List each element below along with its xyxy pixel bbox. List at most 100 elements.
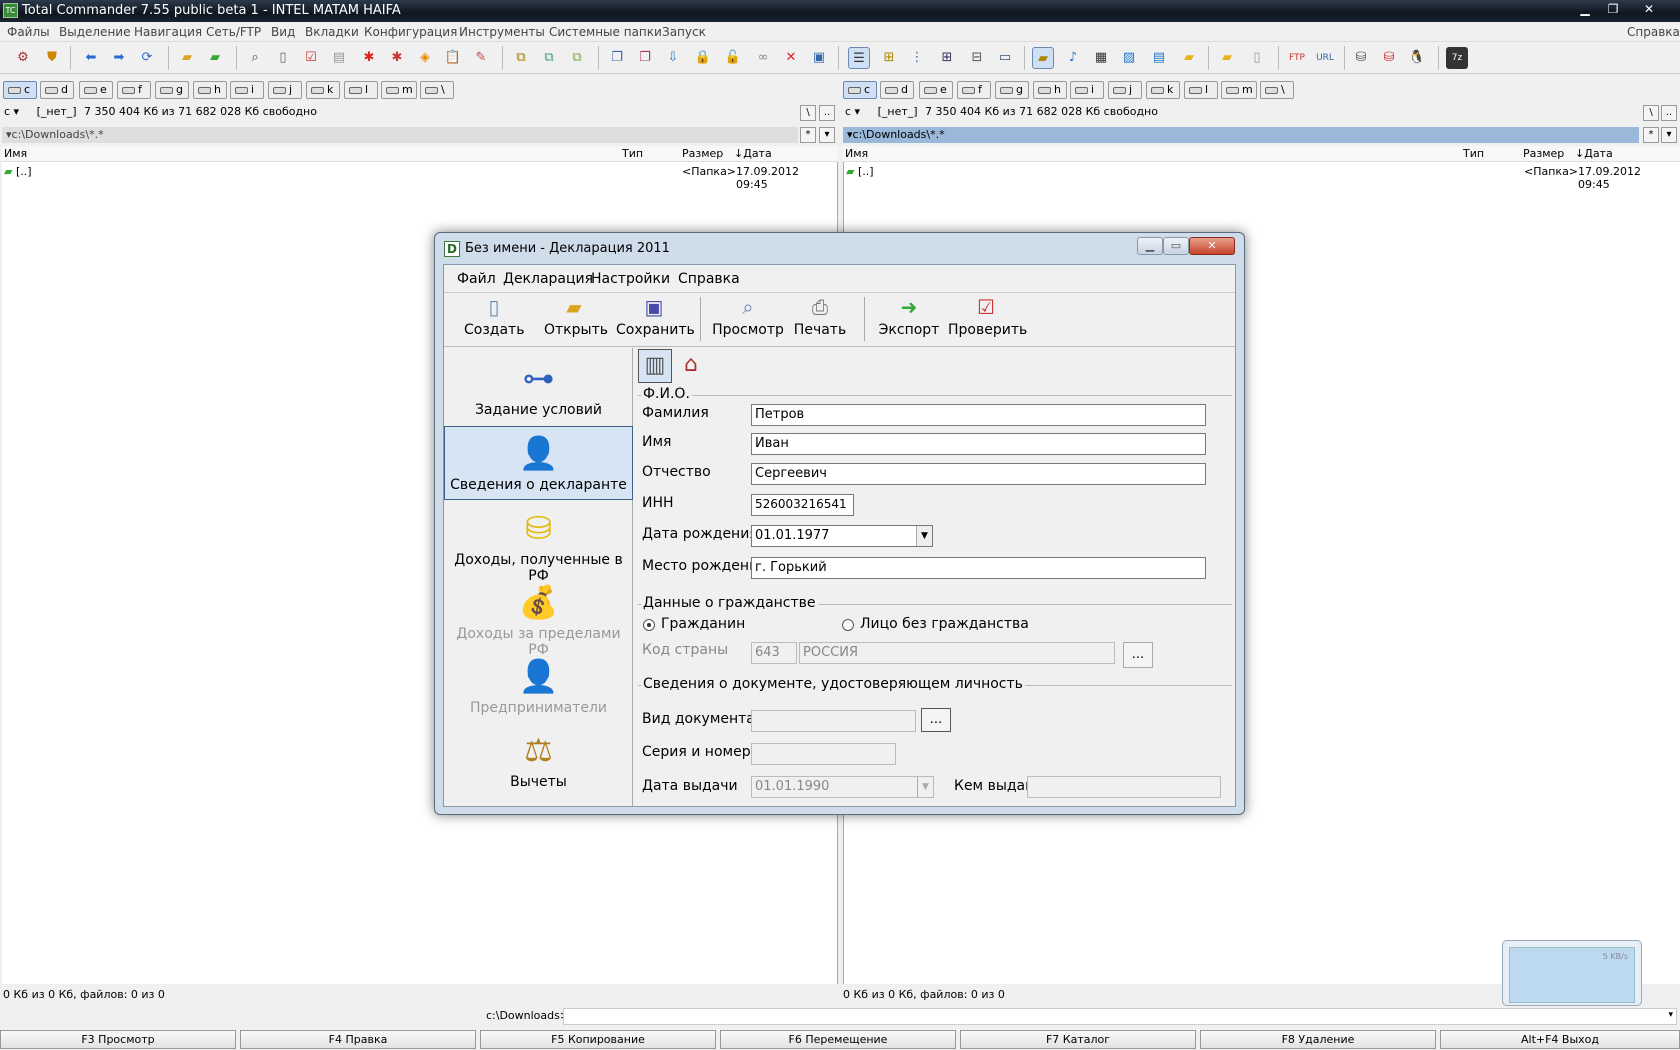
drive-h-right[interactable]: h [1033, 81, 1067, 99]
preview-button[interactable]: ⌕ Просмотр [712, 295, 784, 345]
citizen-label[interactable]: Гражданин [661, 616, 745, 632]
left-root-button[interactable]: \ [800, 105, 816, 121]
folder-open-icon[interactable]: ▰ [1216, 47, 1238, 69]
maximize-icon[interactable]: ❐ [1600, 0, 1626, 18]
folder-up-icon[interactable]: ▰ [204, 47, 226, 69]
network-icon[interactable]: ⧉ [510, 47, 532, 69]
inn-field[interactable]: 526003216541 [751, 494, 854, 516]
altf4-exit-button[interactable]: Alt+F4 Выход [1440, 1030, 1680, 1049]
drive-e-right[interactable]: e [919, 81, 953, 99]
stateless-label[interactable]: Лицо без гражданства [860, 616, 1029, 632]
menu-tools[interactable]: Инструменты [459, 25, 545, 39]
asterisk-icon[interactable]: ✱ [358, 47, 380, 69]
drive-m-right[interactable]: m [1221, 81, 1257, 99]
pob-field[interactable]: г. Горький [751, 557, 1206, 579]
nav-conditions[interactable]: ⊶ Задание условий [444, 352, 633, 426]
bookmark-icon[interactable]: ▰ [1032, 47, 1054, 69]
minimize-icon[interactable]: ▁ [1572, 0, 1598, 18]
command-input[interactable]: ▾ [563, 1008, 1677, 1025]
menu-files[interactable]: Файлы [7, 25, 50, 39]
film-icon[interactable]: ▦ [1090, 47, 1112, 69]
menu-view[interactable]: Вид [271, 25, 295, 39]
chevron-down-icon[interactable]: ▾ [1668, 1010, 1673, 1020]
server2-icon[interactable]: ⛁ [1378, 47, 1400, 69]
menu-config[interactable]: Конфигурация [364, 25, 457, 39]
drive-m-left[interactable]: m [381, 81, 417, 99]
linux-icon[interactable]: 🐧 [1406, 47, 1428, 69]
drive-i-right[interactable]: i [1070, 81, 1104, 99]
checklist-icon[interactable]: ☑ [300, 47, 322, 69]
drive-k-right[interactable]: k [1146, 81, 1180, 99]
image-icon[interactable]: ◈ [414, 47, 436, 69]
right-history-button[interactable]: * [1643, 127, 1659, 143]
drive-d-right[interactable]: d [880, 81, 914, 99]
download-icon[interactable]: ⇩ [662, 47, 684, 69]
drive-i-left[interactable]: i [230, 81, 264, 99]
drive-net-right[interactable]: \ [1260, 81, 1294, 99]
tree-view-icon[interactable]: ⊞ [878, 47, 900, 69]
dmenu-settings[interactable]: Настройки [591, 271, 670, 287]
f3-view-button[interactable]: F3 Просмотр [0, 1030, 236, 1049]
menu-select[interactable]: Выделение [59, 25, 130, 39]
create-button[interactable]: ▯ Создать [464, 295, 524, 345]
brief-view-icon[interactable]: ☰ [848, 47, 870, 69]
folder-icon[interactable]: ▰ [176, 47, 198, 69]
doc-type-browse-button[interactable]: ... [921, 708, 951, 732]
name-field[interactable]: Иван [751, 433, 1206, 455]
radio-citizen[interactable] [643, 619, 655, 631]
picture-icon[interactable]: ▨ [1118, 47, 1140, 69]
left-hotlist-button[interactable]: ▾ [819, 127, 835, 143]
patronymic-field[interactable]: Сергеевич [751, 463, 1206, 485]
network-monitor-widget[interactable]: 5 KB/s [1502, 940, 1642, 1006]
col-name[interactable]: Имя [845, 147, 868, 160]
menu-tabs[interactable]: Вкладки [305, 25, 359, 39]
right-drive-combo[interactable]: c ▾ [845, 105, 860, 118]
ftp-icon[interactable]: FTP [1286, 47, 1308, 69]
table-row[interactable]: ▰ [..] <Папка> 17.09.2012 09:45 [4, 165, 834, 191]
compare-icon[interactable]: ⊟ [966, 47, 988, 69]
forward-icon[interactable]: ➡ [108, 47, 130, 69]
menu-navigation[interactable]: Навигация [134, 25, 202, 39]
col-date[interactable]: ↓Дата [734, 147, 772, 160]
ext-icon[interactable]: ✱ [386, 47, 408, 69]
menu-sysfolders[interactable]: Системные папки [549, 25, 662, 39]
drive-j-left[interactable]: j [268, 81, 302, 99]
dialog-close-icon[interactable]: ✕ [1189, 237, 1235, 255]
col-type[interactable]: Тип [622, 147, 643, 160]
radio-stateless[interactable] [842, 619, 854, 631]
right-root-button[interactable]: \ [1643, 105, 1659, 121]
dialog-maximize-icon[interactable]: ▭ [1163, 237, 1189, 255]
surname-field[interactable]: Петров [751, 404, 1206, 426]
link-icon[interactable]: ∞ [752, 47, 774, 69]
left-drive-combo[interactable]: c ▾ [4, 105, 19, 118]
folder-yellow-icon[interactable]: ▰ [1178, 47, 1200, 69]
col-size[interactable]: Размер [682, 147, 723, 160]
export-button[interactable]: ➜ Экспорт [878, 295, 940, 345]
right-hotlist-button[interactable]: ▾ [1661, 127, 1677, 143]
check-button[interactable]: ☑ Проверить [948, 295, 1027, 345]
f4-edit-button[interactable]: F4 Правка [240, 1030, 476, 1049]
nav-deductions[interactable]: ⚖ Вычеты [444, 724, 633, 798]
dialog-minimize-icon[interactable]: ▁ [1137, 237, 1163, 255]
house-icon[interactable]: ⌂ [674, 349, 708, 383]
window-icon[interactable]: ▭ [994, 47, 1016, 69]
back-icon[interactable]: ⬅ [80, 47, 102, 69]
menu-net[interactable]: Сеть/FTP [206, 25, 261, 39]
file-icon[interactable]: ▯ [272, 47, 294, 69]
drive-g-right[interactable]: g [995, 81, 1029, 99]
save-button[interactable]: ▣ Сохранить [616, 295, 695, 345]
url-icon[interactable]: URL [1314, 47, 1336, 69]
chevron-down-icon[interactable]: ▼ [917, 777, 933, 797]
left-path[interactable]: ▾c:\Downloads\*.* [2, 127, 798, 143]
col-size[interactable]: Размер [1523, 147, 1564, 160]
open-button[interactable]: ▰ Открыть [544, 295, 608, 345]
col-date[interactable]: ↓Дата [1575, 147, 1613, 160]
close-icon[interactable]: ✕ [1636, 0, 1662, 18]
issued-datepicker[interactable]: 01.01.1990 ▼ [751, 776, 934, 798]
issued-by-field[interactable] [1027, 776, 1221, 798]
drive-k-left[interactable]: k [306, 81, 340, 99]
table-row[interactable]: ▰ [..] <Папка> 17.09.2012 09:45 [846, 165, 1676, 191]
country-name-field[interactable]: РОССИЯ [799, 642, 1115, 664]
network3-icon[interactable]: ⧉ [566, 47, 588, 69]
copy-icon[interactable]: ❐ [606, 47, 628, 69]
